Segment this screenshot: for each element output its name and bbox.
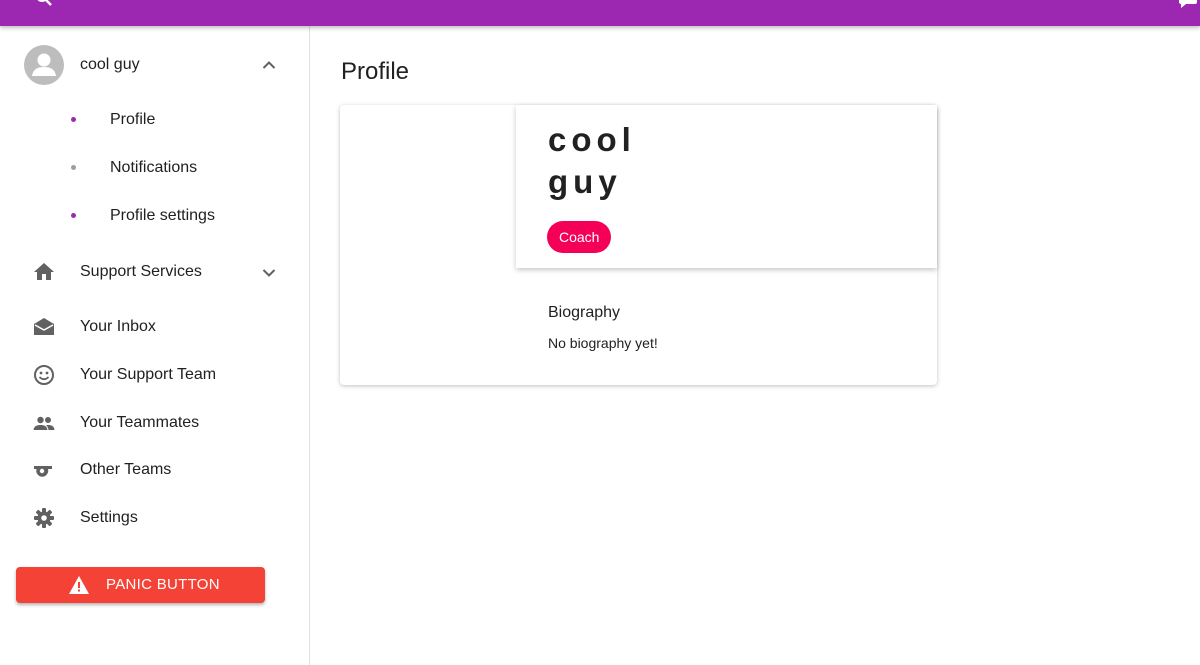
profile-name-line: cool [548, 121, 636, 158]
home-icon [34, 263, 54, 280]
gear-icon [34, 508, 54, 528]
profile-name: cool guy [548, 119, 698, 203]
page-title: Profile [341, 58, 410, 85]
chevron-up-icon[interactable] [262, 60, 276, 70]
sidebar-item-notifications[interactable]: Notifications [0, 146, 309, 190]
panic-button-label: PANIC BUTTON [106, 576, 220, 593]
sidebar-item-support-services[interactable]: Support Services [0, 250, 309, 294]
profile-card: cool guy Coach Biography No biography ye… [340, 105, 937, 385]
sidebar-item-label: Settings [80, 509, 138, 526]
sidebar-item-inbox[interactable]: Your Inbox [0, 305, 309, 349]
chat-icon[interactable] [1178, 0, 1198, 8]
sidebar-item-other-teams[interactable]: Other Teams [0, 448, 309, 492]
sidebar: cool guy Profile Notifications Profile s… [0, 26, 310, 665]
sidebar-item-label: Support Services [80, 263, 202, 280]
role-badge: Coach [547, 221, 612, 253]
active-dot-icon [71, 213, 76, 218]
search-icon[interactable] [34, 0, 54, 8]
sidebar-item-teammates[interactable]: Your Teammates [0, 401, 309, 445]
profile-header-card: cool guy Coach [516, 105, 937, 268]
inactive-dot-icon [71, 165, 76, 170]
inbox-icon [34, 318, 54, 335]
app-bar [0, 0, 1200, 26]
whistle-icon [34, 466, 52, 477]
biography-text: No biography yet! [548, 335, 658, 351]
sidebar-item-support-team[interactable]: Your Support Team [0, 353, 309, 397]
sidebar-item-label: Your Inbox [80, 318, 156, 335]
people-icon [33, 416, 55, 430]
user-menu-toggle[interactable]: cool guy [0, 42, 309, 90]
account-circle-icon [32, 53, 56, 76]
sidebar-item-label: Profile settings [110, 207, 215, 224]
smiley-icon [34, 365, 54, 385]
sidebar-item-label: Your Support Team [80, 366, 217, 383]
sidebar-item-label: Notifications [110, 159, 198, 176]
profile-name-line: guy [548, 163, 622, 200]
sidebar-item-settings[interactable]: Settings [0, 496, 309, 540]
panic-button[interactable]: PANIC BUTTON [16, 567, 265, 603]
biography-heading: Biography [548, 304, 621, 321]
avatar[interactable] [24, 45, 64, 85]
sidebar-item-profile[interactable]: Profile [0, 98, 309, 142]
active-dot-icon [71, 117, 76, 122]
user-name: cool guy [80, 56, 140, 73]
chevron-down-icon[interactable] [262, 268, 276, 278]
sidebar-item-profile-settings[interactable]: Profile settings [0, 194, 309, 238]
sidebar-item-label: Your Teammates [80, 414, 200, 431]
sidebar-item-label: Profile [110, 111, 156, 128]
sidebar-item-label: Other Teams [80, 461, 172, 478]
warning-icon [69, 576, 89, 594]
